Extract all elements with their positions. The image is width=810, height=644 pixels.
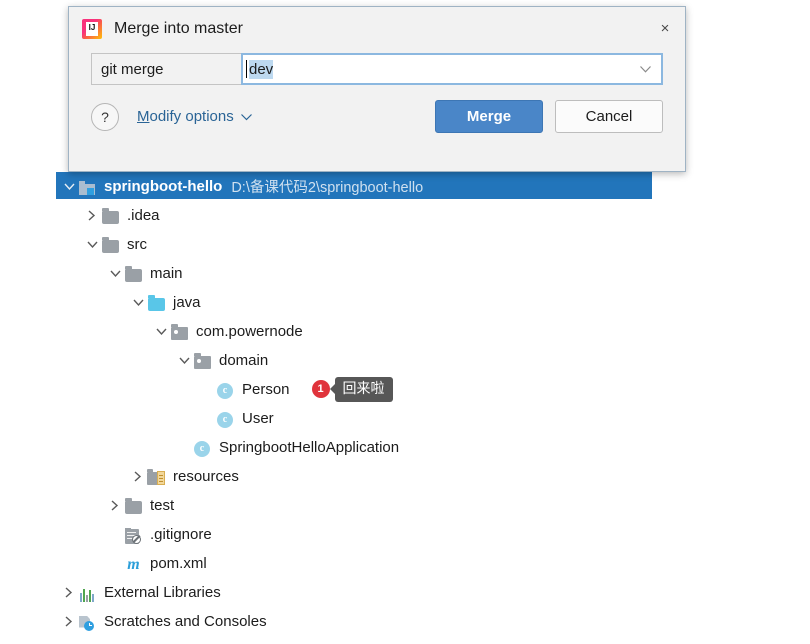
- tree-row[interactable]: main: [0, 259, 810, 288]
- tree-node-label: pom.xml: [150, 555, 207, 572]
- tree-node-label: test: [150, 497, 175, 514]
- dialog-title: Merge into master: [114, 20, 243, 37]
- module-icon: [78, 178, 98, 196]
- tree-row[interactable]: java: [0, 288, 810, 317]
- tree-row[interactable]: c User: [0, 404, 810, 433]
- git-merge-label: git merge: [91, 53, 241, 85]
- tree-node-label: External Libraries: [104, 584, 221, 601]
- tree-row[interactable]: springboot-hello D:\备课代码2\springboot-hell…: [0, 172, 810, 201]
- merge-button[interactable]: Merge: [435, 100, 543, 133]
- branch-combobox[interactable]: dev: [241, 53, 663, 85]
- status-badge[interactable]: 1: [311, 380, 330, 399]
- close-icon[interactable]: ×: [651, 15, 679, 41]
- folder-icon: [101, 207, 121, 225]
- tree-row[interactable]: com.powernode: [0, 317, 810, 346]
- chevron-down-icon[interactable]: [60, 183, 78, 191]
- tree-row[interactable]: domain: [0, 346, 810, 375]
- tree-row[interactable]: resources: [0, 462, 810, 491]
- folder-icon: [101, 236, 121, 254]
- tree-row[interactable]: .gitignore: [0, 520, 810, 549]
- cancel-button[interactable]: Cancel: [555, 100, 663, 133]
- tree-row[interactable]: c SpringbootHelloApplication: [0, 433, 810, 462]
- source-folder-icon: [147, 294, 167, 312]
- tooltip-content: 回来啦: [329, 377, 393, 402]
- chevron-down-icon[interactable]: [240, 110, 252, 124]
- tree-row[interactable]: c Person 1 回来啦: [0, 375, 810, 404]
- project-tree[interactable]: springboot-hello D:\备课代码2\springboot-hell…: [0, 172, 810, 636]
- tree-node-label: main: [150, 265, 183, 282]
- java-class-icon: c: [216, 381, 236, 399]
- package-icon: [170, 323, 190, 341]
- branch-input-value[interactable]: dev: [249, 59, 274, 79]
- tree-node-label: springboot-hello: [104, 178, 223, 195]
- folder-icon: [124, 497, 144, 515]
- tree-node-label: SpringbootHelloApplication: [219, 439, 400, 456]
- chevron-right-icon[interactable]: [60, 616, 78, 627]
- tree-node-label: java: [173, 294, 201, 311]
- annotation-badge-group[interactable]: 1 回来啦: [311, 377, 393, 402]
- tree-node-label: resources: [173, 468, 239, 485]
- chevron-down-icon[interactable]: [83, 241, 101, 249]
- chevron-down-icon[interactable]: [106, 270, 124, 278]
- chevron-right-icon[interactable]: [83, 210, 101, 221]
- java-class-icon: c: [193, 439, 213, 457]
- project-path: D:\备课代码2\springboot-hello: [231, 180, 424, 196]
- package-icon: [193, 352, 213, 370]
- modify-options-label: odify options: [149, 108, 234, 125]
- tree-row[interactable]: .idea: [0, 201, 810, 230]
- tree-node-label: .idea: [127, 207, 160, 224]
- tree-node-label: Scratches and Consoles: [104, 613, 267, 630]
- tree-node-label: com.powernode: [196, 323, 303, 340]
- dialog-buttons: Merge Cancel: [435, 100, 663, 133]
- tree-node-label: .gitignore: [150, 526, 212, 543]
- tree-node-label: domain: [219, 352, 269, 369]
- tree-row[interactable]: m pom.xml: [0, 549, 810, 578]
- dialog-titlebar: Merge into master ×: [69, 7, 685, 51]
- text-caret: [246, 60, 247, 78]
- tree-row[interactable]: External Libraries: [0, 578, 810, 607]
- folder-icon: [124, 265, 144, 283]
- merge-command-row: git merge dev: [69, 53, 685, 85]
- tree-row[interactable]: Scratches and Consoles: [0, 607, 810, 636]
- tree-node-label: User: [242, 410, 274, 427]
- chevron-right-icon[interactable]: [129, 471, 147, 482]
- chevron-down-icon[interactable]: [175, 357, 193, 365]
- chevron-down-icon[interactable]: [129, 299, 147, 307]
- merge-dialog: Merge into master × git merge dev ? Modi…: [68, 6, 686, 172]
- java-class-icon: c: [216, 410, 236, 428]
- chevron-down-icon[interactable]: [640, 66, 651, 73]
- tree-node-label: src: [127, 236, 147, 253]
- chevron-right-icon[interactable]: [106, 500, 124, 511]
- scratches-icon: [78, 613, 98, 631]
- maven-icon: m: [127, 555, 140, 573]
- modify-options-mnemonic: M: [137, 108, 150, 125]
- library-icon: [78, 584, 98, 602]
- resources-folder-icon: [147, 468, 167, 486]
- dialog-footer: ? Modify options Merge Cancel: [69, 100, 685, 133]
- modify-options-link[interactable]: Modify options: [137, 108, 252, 125]
- tree-row[interactable]: src: [0, 230, 810, 259]
- tree-node-label: Person: [242, 381, 290, 398]
- help-icon[interactable]: ?: [91, 102, 119, 131]
- chevron-right-icon[interactable]: [60, 587, 78, 598]
- gitignore-icon: [124, 526, 144, 544]
- chevron-down-icon[interactable]: [152, 328, 170, 336]
- tree-row[interactable]: test: [0, 491, 810, 520]
- intellij-idea-logo-icon: [82, 19, 102, 39]
